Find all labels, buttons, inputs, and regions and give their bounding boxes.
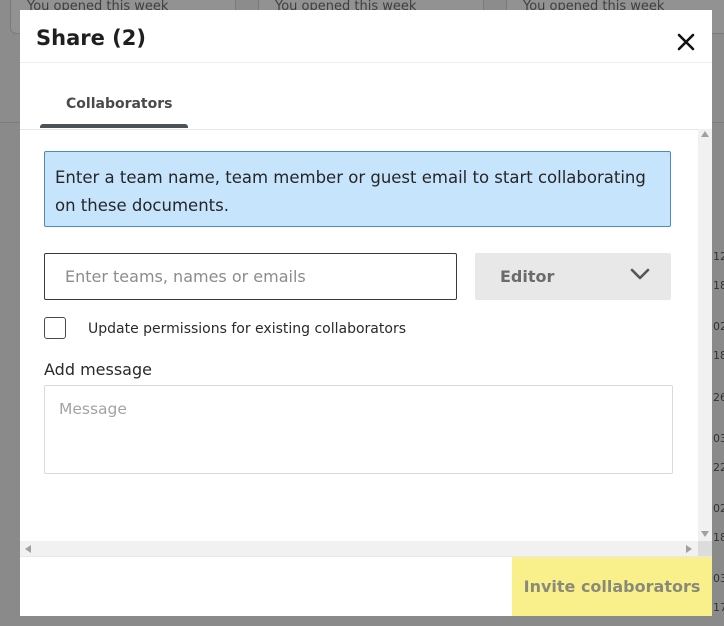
scroll-left-arrow-icon[interactable]: [25, 545, 31, 553]
tab-label: Collaborators: [66, 96, 173, 112]
invite-collaborators-input[interactable]: [44, 253, 457, 300]
info-banner: Enter a team name, team member or guest …: [44, 151, 671, 227]
message-textarea[interactable]: [44, 385, 673, 474]
scroll-up-arrow-icon[interactable]: [701, 131, 709, 137]
vertical-scrollbar[interactable]: [698, 129, 712, 541]
background-date-fragment: 18: [713, 279, 724, 292]
background-date-fragment: 18: [713, 349, 724, 362]
dialog-title: Share (2): [36, 26, 146, 50]
background-date-fragment: 22: [713, 461, 724, 474]
background-date-fragment: 03: [713, 432, 724, 445]
scroll-down-arrow-icon[interactable]: [701, 531, 709, 537]
invite-collaborators-button[interactable]: Invite collaborators: [512, 557, 712, 616]
tab-collaborators[interactable]: Collaborators: [40, 63, 188, 128]
background-date-fragment: 02: [713, 502, 724, 515]
add-message-heading: Add message: [44, 360, 152, 379]
background-date-fragment: 18: [713, 531, 724, 544]
dialog-body: Enter a team name, team member or guest …: [20, 129, 698, 541]
tab-bar: Collaborators: [20, 62, 712, 130]
active-tab-indicator: [40, 124, 188, 128]
background-date-fragment: 02: [713, 320, 724, 333]
role-dropdown[interactable]: Editor: [475, 253, 671, 300]
scroll-right-arrow-icon[interactable]: [686, 545, 692, 553]
update-permissions-checkbox[interactable]: [44, 317, 66, 339]
close-button[interactable]: [674, 30, 698, 54]
chevron-down-icon: [630, 268, 650, 280]
share-dialog: Share (2) Collaborators Enter a team nam…: [20, 10, 712, 616]
horizontal-scrollbar[interactable]: [20, 541, 698, 556]
background-date-fragment: 03: [713, 572, 724, 585]
scrollbar-corner: [698, 541, 712, 556]
background-date-fragment: 17: [713, 601, 724, 614]
close-icon: [677, 33, 695, 51]
background-date-fragment: 12: [713, 250, 724, 263]
dialog-header: Share (2): [20, 10, 712, 62]
dialog-footer: Invite collaborators: [20, 556, 712, 616]
update-permissions-label: Update permissions for existing collabor…: [88, 321, 406, 337]
background-date-fragment: 26: [713, 391, 724, 404]
info-message: Enter a team name, team member or guest …: [55, 168, 646, 215]
role-selected-value: Editor: [500, 267, 555, 286]
